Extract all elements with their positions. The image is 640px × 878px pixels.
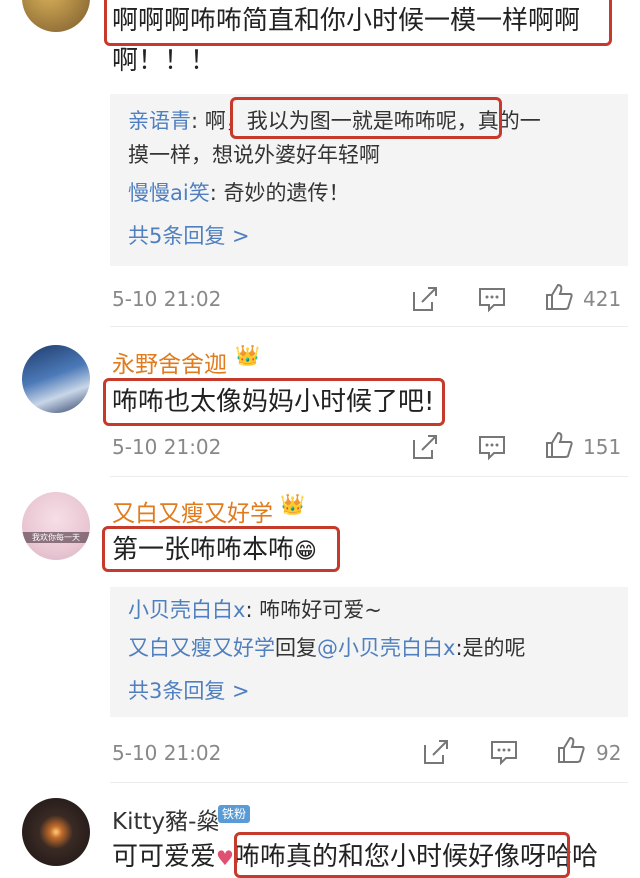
- reply-line-cont: 摸一样，想说外婆好年轻啊: [128, 143, 380, 167]
- username[interactable]: Kitty豬-燊: [112, 802, 219, 836]
- like-count: 421: [583, 287, 622, 311]
- comment-text-cont: 啊！！！: [112, 46, 217, 76]
- username[interactable]: 又白又瘦又好学: [112, 494, 273, 528]
- more-replies-link[interactable]: 共3条回复 >: [128, 675, 250, 705]
- divider: [110, 782, 628, 783]
- comment-time: 5-10 21:02: [112, 435, 222, 459]
- more-replies-link[interactable]: 共5条回复 >: [128, 220, 250, 250]
- reply-line: 小贝壳白白x: 咘咘好可爱~: [128, 598, 382, 622]
- fan-badge: 铁粉: [218, 805, 251, 823]
- share-icon[interactable]: [410, 284, 440, 314]
- comment-icon[interactable]: [489, 737, 519, 767]
- avatar[interactable]: [22, 0, 90, 32]
- divider: [110, 476, 628, 477]
- avatar[interactable]: 我欢你每一天: [22, 492, 90, 560]
- mention-link[interactable]: @小贝壳白白x: [317, 636, 455, 660]
- comment-icon[interactable]: [477, 284, 507, 314]
- reply-box: 小贝壳白白x: 咘咘好可爱~ 又白又瘦又好学回复@小贝壳白白x:是的呢 共3条回…: [110, 587, 628, 717]
- like-count: 92: [596, 741, 622, 765]
- divider: [110, 326, 628, 327]
- avatar[interactable]: [22, 345, 90, 413]
- reply-line: 又白又瘦又好学回复@小贝壳白白x:是的呢: [128, 636, 526, 660]
- share-icon[interactable]: [421, 737, 451, 767]
- crown-icon: 👑: [235, 343, 260, 367]
- avatar-caption: 我欢你每一天: [22, 532, 90, 543]
- highlight-box: [234, 832, 570, 878]
- reply-username[interactable]: 小贝壳白白x: [128, 598, 245, 622]
- like-count: 151: [583, 435, 622, 459]
- comment-time: 5-10 21:02: [112, 287, 222, 311]
- username[interactable]: 永野舍舍迦: [112, 345, 227, 379]
- thumbs-up-icon[interactable]: [544, 430, 574, 460]
- share-icon[interactable]: [410, 432, 440, 462]
- thumbs-up-icon[interactable]: [556, 735, 586, 765]
- highlight-box: [103, 378, 445, 426]
- comment-time: 5-10 21:02: [112, 741, 222, 765]
- reply-line: 慢慢ai笑: 奇妙的遗传！: [128, 181, 350, 205]
- reply-username[interactable]: 亲语青: [128, 109, 191, 133]
- highlight-box: [104, 0, 612, 46]
- comment-icon[interactable]: [477, 432, 507, 462]
- highlight-box: [230, 97, 502, 139]
- avatar[interactable]: [22, 798, 90, 866]
- reply-username[interactable]: 又白又瘦又好学: [128, 636, 275, 660]
- highlight-box: [102, 526, 340, 572]
- heart-icon: ♥: [216, 846, 234, 870]
- reply-username[interactable]: 慢慢ai笑: [128, 181, 210, 205]
- thumbs-up-icon[interactable]: [544, 282, 574, 312]
- crown-icon: 👑: [280, 492, 305, 516]
